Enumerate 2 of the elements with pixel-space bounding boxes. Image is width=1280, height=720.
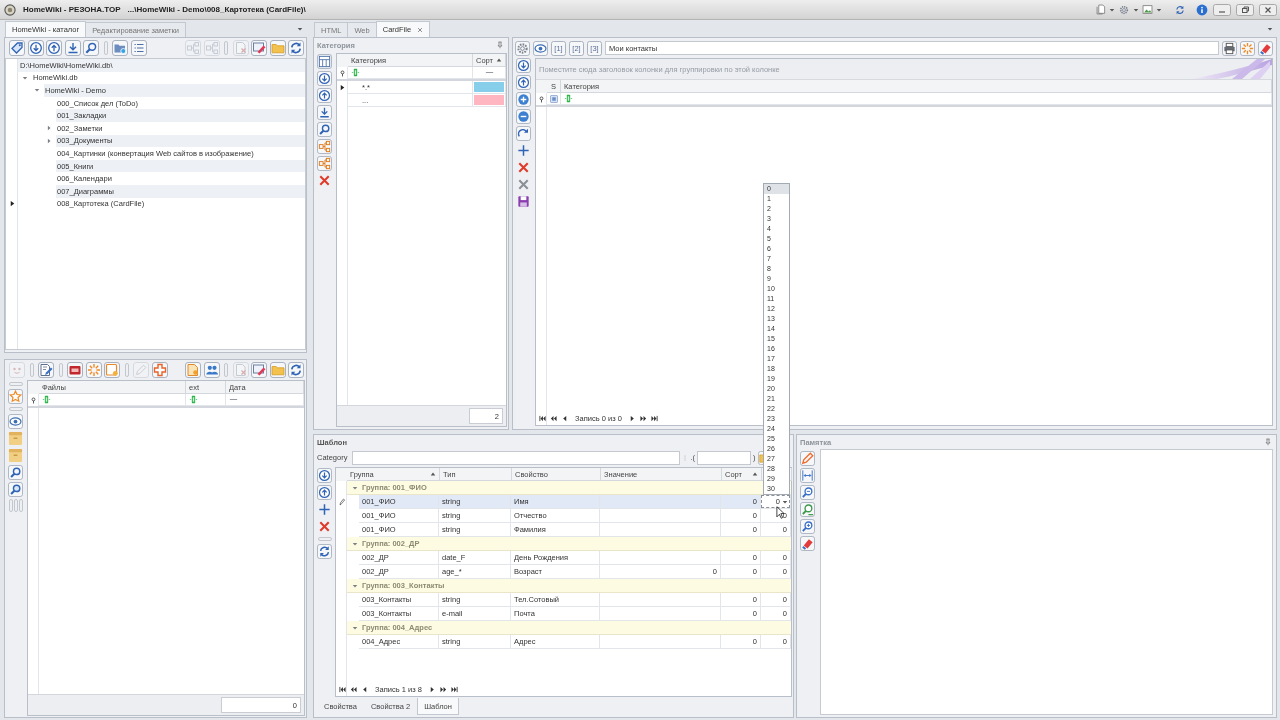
window-title: HomeWiki - РЕЗОНА.TOP	[23, 5, 121, 14]
document-path: ...\HomeWiki - Demo\008_Картотека (CardFile)\	[127, 5, 306, 14]
